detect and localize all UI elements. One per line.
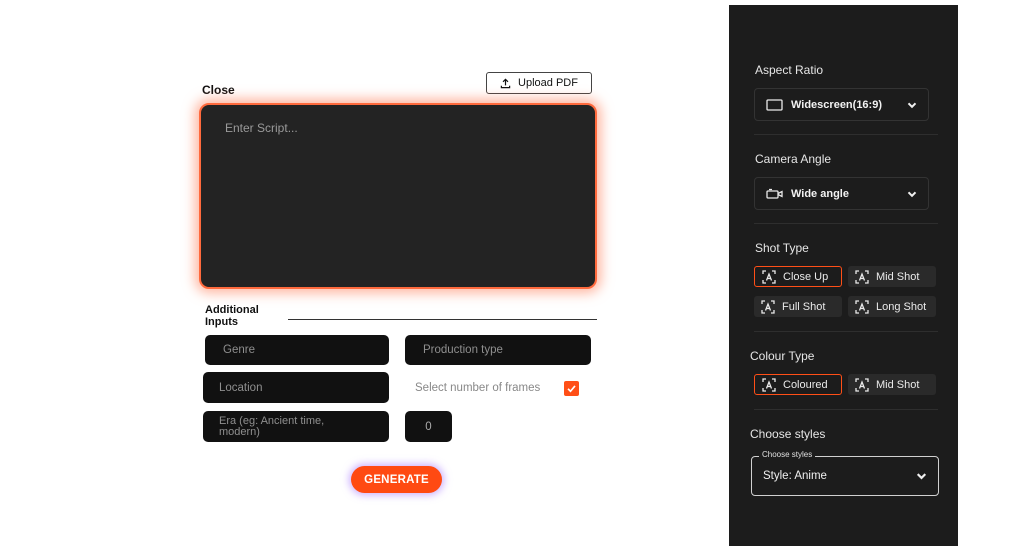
location-placeholder: Location	[219, 381, 263, 394]
camera-angle-value: Wide angle	[791, 187, 849, 200]
chevron-down-icon	[907, 191, 917, 197]
generate-button[interactable]: GENERATE	[351, 466, 442, 493]
production-type-placeholder: Production type	[423, 344, 503, 356]
genre-placeholder: Genre	[223, 344, 255, 356]
colour-type-mid-shot-label: Mid Shot	[876, 378, 920, 391]
shot-type-full-shot-label: Full Shot	[782, 300, 826, 313]
rectangle-icon	[766, 98, 783, 111]
chevron-down-icon	[916, 473, 927, 480]
shot-type-close-up-chip[interactable]: Close Up	[754, 266, 842, 287]
colour-type-label: Colour Type	[750, 349, 815, 363]
camera-angle-label: Camera Angle	[755, 152, 832, 166]
era-placeholder: Era (eg: Ancient time, modern)	[219, 414, 325, 438]
focus-frame-icon	[762, 269, 776, 284]
divider	[754, 223, 938, 224]
close-label: Close	[202, 83, 235, 97]
shot-type-long-shot-label: Long Shot	[876, 300, 927, 313]
aspect-ratio-select[interactable]: Widescreen(16:9)	[754, 88, 929, 121]
chevron-down-icon	[907, 102, 917, 108]
script-input[interactable]	[199, 103, 597, 289]
genre-input[interactable]: Genre	[205, 335, 389, 365]
upload-pdf-button[interactable]: Upload PDF	[486, 72, 592, 94]
focus-frame-icon	[855, 377, 869, 392]
camera-icon	[766, 188, 783, 199]
focus-frame-icon	[762, 377, 776, 392]
frames-number-input[interactable]: 0	[405, 411, 452, 442]
upload-pdf-label: Upload PDF	[518, 77, 578, 89]
shot-type-full-shot-chip[interactable]: Full Shot	[754, 296, 842, 317]
shot-type-close-up-label: Close Up	[783, 270, 829, 283]
divider	[288, 319, 597, 320]
colour-type-coloured-chip[interactable]: Coloured	[754, 374, 842, 395]
frames-number-value: 0	[425, 420, 432, 433]
checkmark-icon	[567, 385, 576, 393]
era-input[interactable]: Era (eg: Ancient time, modern)	[203, 411, 389, 442]
aspect-ratio-value: Widescreen(16:9)	[791, 98, 882, 111]
production-type-input[interactable]: Production type	[405, 335, 591, 365]
focus-frame-icon	[855, 269, 869, 284]
settings-panel: Aspect Ratio Widescreen(16:9) Camera Ang…	[729, 5, 958, 546]
camera-angle-select[interactable]: Wide angle	[754, 177, 929, 210]
divider	[754, 331, 938, 332]
choose-styles-legend: Choose styles	[759, 450, 816, 459]
aspect-ratio-label: Aspect Ratio	[755, 63, 824, 77]
frames-label: Select number of frames	[415, 382, 541, 394]
additional-inputs-label: Additional Inputs	[205, 304, 259, 328]
divider	[754, 409, 938, 410]
choose-styles-label: Choose styles	[750, 427, 826, 441]
colour-type-coloured-label: Coloured	[783, 378, 828, 391]
location-input[interactable]: Location	[203, 372, 389, 403]
colour-type-mid-shot-chip[interactable]: Mid Shot	[848, 374, 936, 395]
shot-type-long-shot-chip[interactable]: Long Shot	[848, 296, 936, 317]
choose-styles-select[interactable]: Style: Anime	[751, 456, 939, 496]
focus-frame-icon	[855, 299, 869, 314]
upload-icon	[500, 78, 511, 88]
choose-styles-value: Style: Anime	[763, 470, 827, 482]
focus-frame-icon	[761, 299, 775, 314]
frames-checkbox[interactable]	[564, 381, 579, 396]
shot-type-mid-shot-label: Mid Shot	[876, 270, 920, 283]
shot-type-mid-shot-chip[interactable]: Mid Shot	[848, 266, 936, 287]
divider	[754, 134, 938, 135]
shot-type-label: Shot Type	[755, 241, 809, 255]
